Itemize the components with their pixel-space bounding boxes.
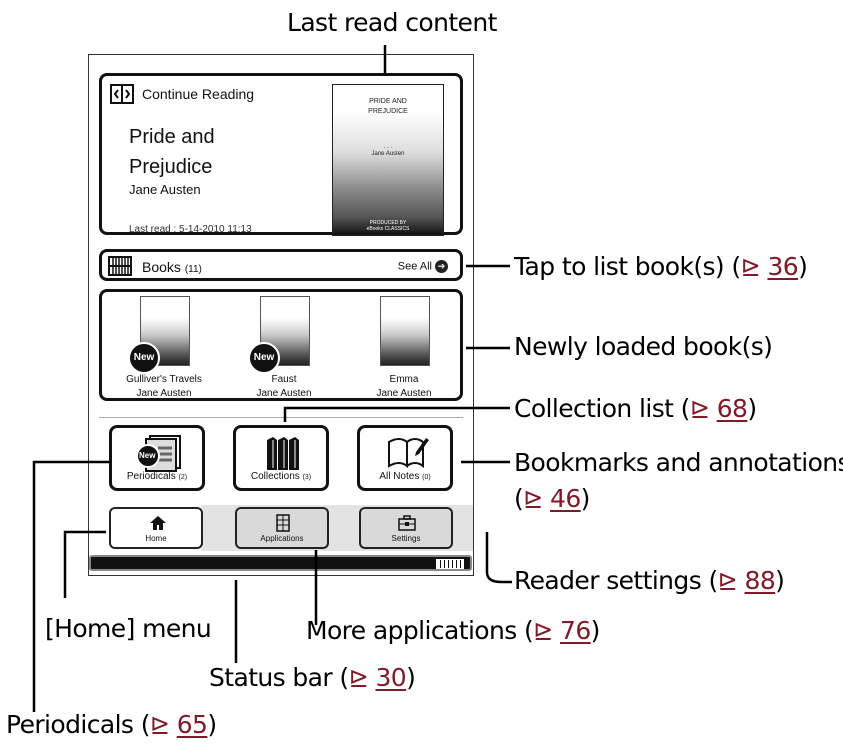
applications-icon [276, 514, 290, 532]
open-book-icon [110, 84, 134, 109]
new-book-author: Jane Austen [256, 388, 312, 399]
collections-label: Collections (3) [236, 471, 326, 482]
cover-publisher-line-2: eBooks CLASSICS [366, 226, 410, 232]
new-book-title: Faust [271, 374, 297, 385]
see-all-link[interactable]: See All ➔ [398, 260, 448, 273]
all-notes-label: All Notes (0) [360, 471, 450, 482]
callout-collection-list: Collection list (⊵ 68) [514, 394, 757, 423]
collections-label-text: Collections [250, 471, 300, 482]
callout-last-read: Last read content [287, 8, 497, 37]
current-book-cover[interactable]: PRIDE AND PREJUDICE · · · Jane Austen PR… [332, 84, 444, 236]
callout-tap-list: Tap to list book(s) (⊵ 36) [514, 252, 808, 281]
status-bar [89, 555, 472, 571]
callout-periodicals: Periodicals (⊵ 65) [6, 710, 217, 739]
new-book-author: Jane Austen [376, 388, 432, 399]
divider [99, 417, 463, 418]
last-read-timestamp: Last read : 5-14-2010 11:13 [129, 224, 252, 235]
tab-home[interactable]: Home [109, 507, 203, 549]
new-book-author: Jane Austen [136, 388, 192, 399]
books-count: (11) [184, 264, 202, 275]
callout-reader-settings-text: Reader settings [514, 566, 702, 595]
callout-reader-settings: Reader settings (⊵ 88) [514, 566, 785, 595]
callout-bookmarks: Bookmarks and annotations [514, 448, 843, 477]
books-label-text: Books [142, 259, 181, 275]
page-ref-icon: ⊵ [149, 711, 170, 739]
home-icon [150, 516, 166, 530]
tab-applications[interactable]: Applications [235, 507, 329, 549]
page-ref-icon: ⊵ [717, 567, 738, 595]
cover-publisher: PRODUCED BY eBooks CLASSICS [333, 220, 443, 232]
tab-home-label: Home [145, 534, 167, 543]
periodicals-label: Periodicals (2) [112, 471, 202, 482]
callout-collection-list-text: Collection list [514, 394, 674, 423]
see-all-label: See All [397, 260, 432, 273]
continue-reading-label: Continue Reading [142, 86, 255, 102]
collections-count: (3) [302, 474, 312, 481]
cover-title: PRIDE AND PREJUDICE [368, 98, 408, 115]
books-label: Books (11) [142, 259, 202, 275]
callout-status-bar: Status bar (⊵ 30) [209, 663, 416, 692]
cover-author: · · · Jane Austen [333, 145, 443, 157]
new-book-title: Gulliver's Travels [126, 374, 202, 385]
callout-home-menu: [Home] menu [45, 614, 212, 643]
new-badge: New [248, 342, 280, 374]
current-book-title: Pride and Prejudice [129, 126, 215, 178]
periodicals-tile[interactable]: New Periodicals (2) [109, 425, 205, 491]
page-ref-link[interactable]: 76 [560, 616, 591, 645]
battery-icon [436, 559, 464, 569]
current-book-author: Jane Austen [129, 182, 201, 197]
page-ref-link[interactable]: 36 [767, 252, 798, 281]
toolbox-icon [398, 515, 416, 531]
newly-loaded-books-panel: New Gulliver's Travels Jane Austen New F… [99, 289, 463, 401]
tab-applications-label: Applications [260, 534, 304, 543]
arrow-right-icon: ➔ [435, 260, 448, 273]
periodicals-label-text: Periodicals [126, 471, 176, 482]
page-ref-icon: ⊵ [523, 485, 543, 513]
page-ref-link[interactable]: 68 [717, 394, 748, 423]
book-thumbnail [380, 296, 430, 366]
page-ref-icon: ⊵ [740, 253, 761, 281]
callout-more-apps: More applications (⊵ 76) [306, 616, 600, 645]
reader-home-screen: Continue Reading Pride and Prejudice Jan… [88, 54, 474, 576]
new-badge: New [128, 342, 160, 374]
cover-author-name: Jane Austen [371, 151, 405, 157]
callout-tap-list-text: Tap to list book(s) [514, 252, 725, 281]
callout-newly-loaded: Newly loaded book(s) [514, 332, 773, 361]
page-ref-icon: ⊵ [689, 395, 710, 423]
notes-icon [388, 438, 429, 469]
all-notes-count: (0) [422, 474, 431, 481]
tab-settings[interactable]: Settings [359, 507, 453, 549]
page-ref-icon: ⊵ [533, 617, 553, 645]
callout-more-apps-text: More applications [306, 616, 517, 645]
books-bar[interactable]: Books (11) See All ➔ [99, 249, 463, 281]
tab-settings-label: Settings [391, 534, 421, 543]
collections-icon [267, 437, 299, 470]
periodicals-count: (2) [178, 474, 188, 481]
page-ref-link[interactable]: 88 [745, 566, 776, 595]
all-notes-tile[interactable]: All Notes (0) [357, 425, 453, 491]
new-badge: New [139, 451, 156, 460]
page-ref-link[interactable]: 65 [177, 710, 208, 739]
bookshelf-icon [108, 256, 132, 281]
page-ref-icon: ⊵ [348, 664, 369, 692]
continue-reading-panel[interactable]: Continue Reading Pride and Prejudice Jan… [99, 73, 463, 236]
new-book-title: Emma [389, 374, 419, 385]
page-ref-link[interactable]: 46 [550, 484, 581, 513]
collections-tile[interactable]: Collections (3) [233, 425, 329, 491]
page-ref-link[interactable]: 30 [375, 663, 406, 692]
all-notes-label-text: All Notes [379, 471, 420, 482]
callout-bookmarks-ref: (⊵ 46) [514, 484, 590, 513]
callout-periodicals-text: Periodicals [6, 710, 134, 739]
callout-status-bar-text: Status bar [209, 663, 333, 692]
